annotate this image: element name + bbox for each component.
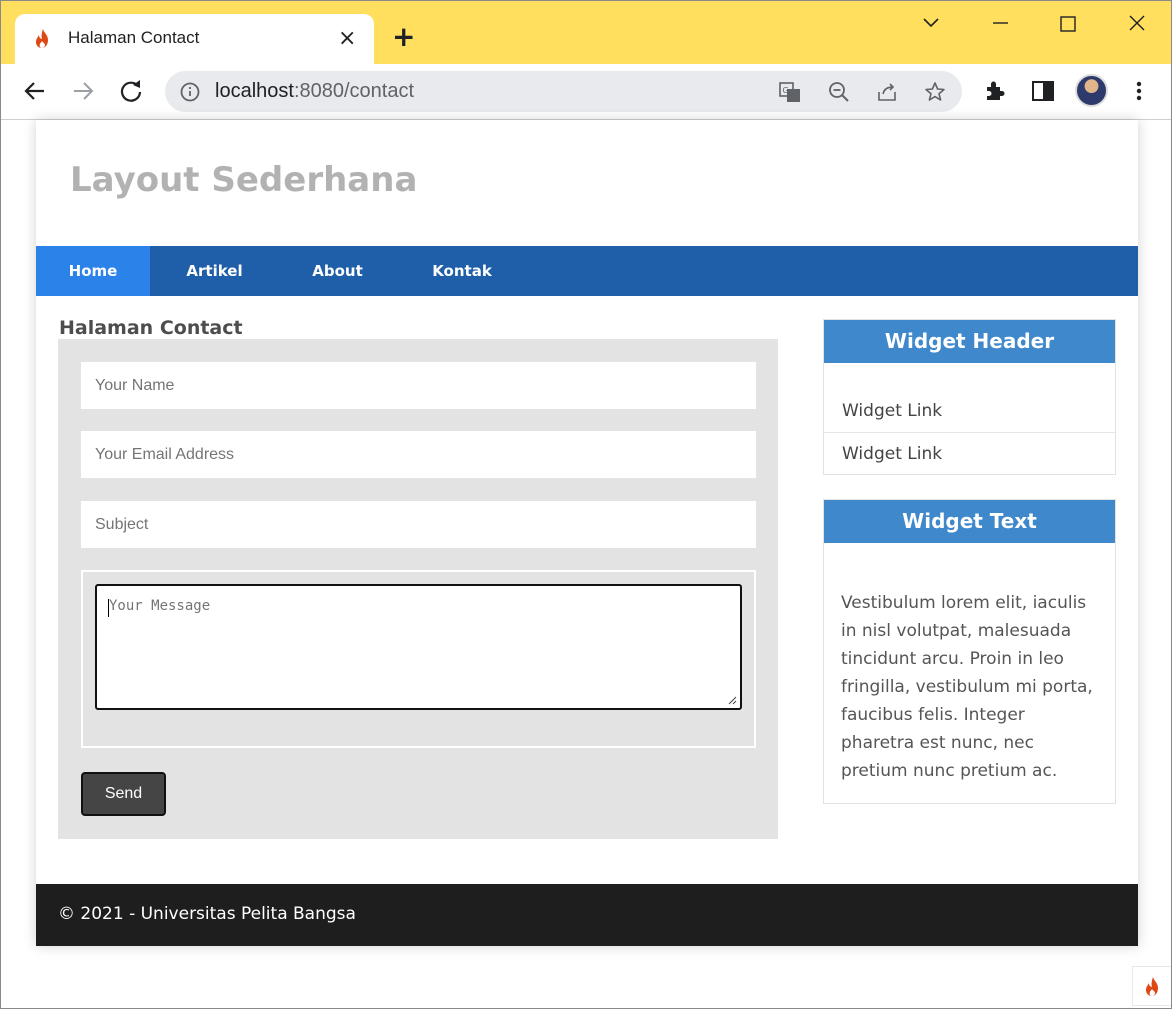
share-icon[interactable] — [875, 80, 899, 104]
extensions-icon[interactable] — [982, 78, 1008, 104]
svg-text:G: G — [783, 86, 789, 95]
name-placeholder: Your Name — [95, 377, 175, 394]
browser-toolbar: localhost:8080/contact G — [0, 64, 1172, 120]
translate-icon[interactable]: G — [778, 80, 802, 104]
widget-header-title: Widget Header — [824, 320, 1115, 363]
message-placeholder: Your Message — [109, 598, 211, 614]
name-input[interactable]: Your Name — [81, 362, 756, 409]
send-button[interactable]: Send — [81, 772, 166, 816]
side-panel-icon[interactable] — [1030, 78, 1056, 104]
close-window-icon[interactable] — [1122, 10, 1152, 38]
close-tab-icon[interactable]: × — [338, 26, 356, 52]
email-input[interactable]: Your Email Address — [81, 431, 756, 478]
profile-avatar[interactable] — [1075, 74, 1108, 107]
widget-spacer — [824, 363, 1115, 390]
message-textarea[interactable]: Your Message — [95, 584, 742, 710]
widget-text-body: Vestibulum lorem elit, iaculis in nisl v… — [841, 593, 1093, 781]
resize-grip-icon[interactable] — [727, 695, 737, 705]
widget-link[interactable]: Widget Link — [824, 432, 1115, 474]
email-placeholder: Your Email Address — [95, 446, 235, 463]
flame-icon — [36, 29, 48, 48]
back-arrow-icon[interactable] — [20, 76, 50, 106]
address-bar[interactable]: localhost:8080/contact G — [165, 71, 962, 112]
nav-about[interactable]: About — [279, 246, 396, 296]
url-host: localhost — [215, 80, 294, 102]
flame-icon — [1146, 977, 1158, 996]
site-title: Layout Sederhana — [70, 160, 418, 200]
minimize-icon[interactable] — [985, 10, 1015, 38]
subject-input[interactable]: Subject — [81, 501, 756, 548]
zoom-out-icon[interactable] — [827, 80, 851, 104]
forward-arrow-icon[interactable] — [68, 76, 98, 106]
contact-form: Your Name Your Email Address Subject You… — [58, 339, 778, 839]
nav-artikel[interactable]: Artikel — [150, 246, 279, 296]
reload-icon[interactable] — [116, 76, 146, 106]
page-heading: Halaman Contact — [59, 317, 243, 339]
info-icon[interactable] — [179, 81, 201, 103]
widget-links: Widget Header Widget Link Widget Link — [823, 319, 1116, 475]
widget-link[interactable]: Widget Link — [824, 390, 1115, 432]
site-header: Layout Sederhana — [36, 120, 1138, 246]
page-container: Layout Sederhana Home Artikel About Kont… — [36, 120, 1138, 946]
url-text[interactable]: localhost:8080/contact — [215, 80, 414, 103]
browser-tab[interactable]: Halaman Contact × — [15, 14, 374, 66]
star-icon[interactable] — [923, 80, 947, 104]
widget-text-title: Widget Text — [824, 500, 1115, 543]
subject-placeholder: Subject — [95, 516, 149, 533]
tab-search-icon[interactable] — [916, 10, 946, 38]
nav-home[interactable]: Home — [36, 246, 150, 296]
browser-tabbar: Halaman Contact × + — [0, 0, 1172, 66]
maximize-icon[interactable] — [1053, 10, 1083, 38]
tab-title: Halaman Contact — [68, 28, 200, 47]
nav-kontak[interactable]: Kontak — [396, 246, 528, 296]
page-viewport: Layout Sederhana Home Artikel About Kont… — [1, 120, 1172, 1008]
menu-icon[interactable] — [1126, 78, 1152, 104]
footer-copyright: © 2021 - Universitas Pelita Bangsa — [58, 904, 356, 924]
widget-text: Widget Text Vestibulum lorem elit, iacul… — [823, 499, 1116, 804]
new-tab-icon[interactable]: + — [392, 22, 415, 52]
debug-toolbar-toggle[interactable] — [1132, 966, 1172, 1006]
message-wrapper: Your Message — [81, 570, 756, 748]
url-path: :8080/contact — [293, 80, 415, 102]
main-nav: Home Artikel About Kontak — [36, 246, 1138, 296]
site-footer: © 2021 - Universitas Pelita Bangsa — [36, 884, 1138, 946]
